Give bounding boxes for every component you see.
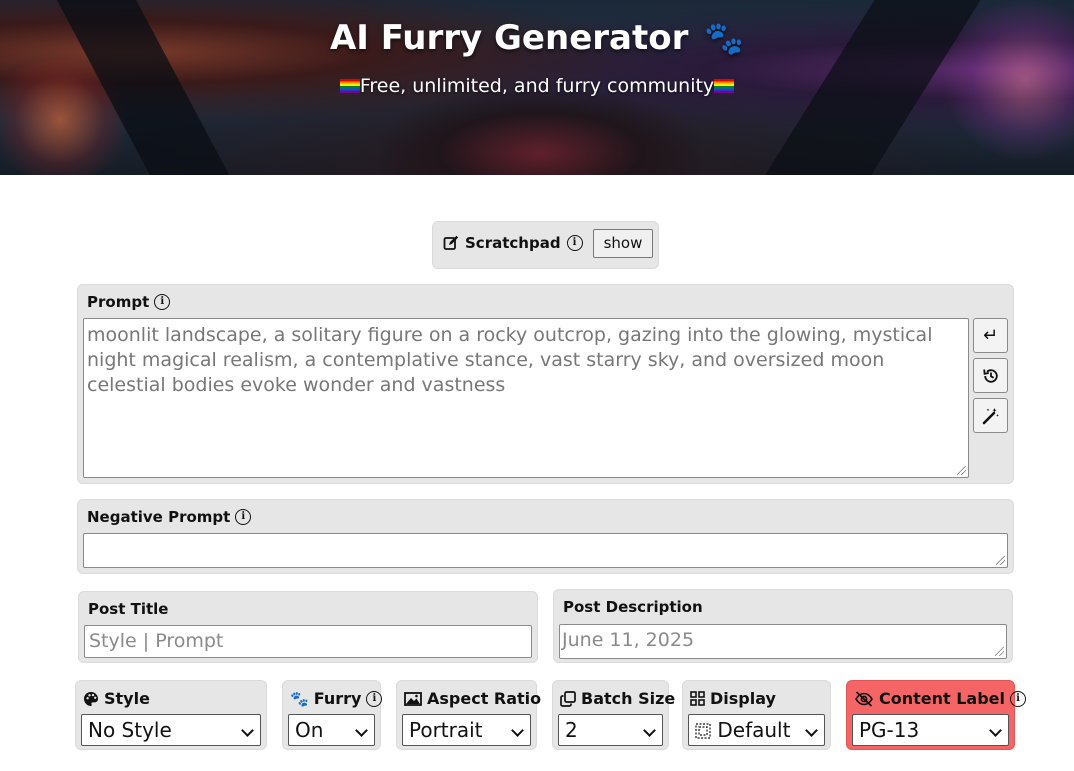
batch-size-label-text: Batch Size: [581, 689, 676, 708]
chevron-down-icon: [643, 724, 656, 737]
chevron-down-icon: [511, 724, 524, 737]
content-label-select-value: PG-13: [859, 718, 920, 742]
resize-handle[interactable]: [957, 466, 966, 475]
batch-size-control: Batch Size 2: [552, 680, 675, 750]
info-icon[interactable]: i: [235, 509, 252, 525]
negative-prompt-input[interactable]: [83, 533, 1008, 568]
furry-select-value: On: [295, 718, 324, 742]
post-description-input[interactable]: June 11, 2025: [559, 624, 1007, 659]
page-subtitle: Free, unlimited, and furry community: [0, 75, 1074, 97]
furry-select[interactable]: On: [288, 714, 375, 746]
palette-icon: [84, 691, 98, 706]
display-select-value: Default: [717, 718, 791, 742]
enter-icon: ↵: [982, 325, 999, 346]
post-title-label-text: Post Title: [88, 600, 169, 618]
magic-wand-button[interactable]: [973, 398, 1008, 433]
style-label-text: Style: [104, 689, 150, 708]
style-control: Style No Style: [75, 680, 267, 750]
scratchpad-panel: Scratchpad i show: [432, 221, 659, 269]
paw-icon: 🐾: [704, 19, 745, 57]
chevron-down-icon: [805, 724, 818, 737]
resize-handle[interactable]: [996, 556, 1005, 565]
prompt-input-text: moonlit landscape, a solitary figure on …: [87, 324, 933, 396]
prompt-label: Prompt i: [87, 293, 171, 311]
negative-prompt-label: Negative Prompt i: [87, 508, 252, 526]
page-title-text: AI Furry Generator: [329, 18, 689, 58]
negative-prompt-label-text: Negative Prompt: [87, 508, 231, 526]
prompt-input[interactable]: moonlit landscape, a solitary figure on …: [83, 318, 969, 478]
page-subtitle-text: Free, unlimited, and furry community: [359, 75, 715, 97]
paw-icon: 🐾: [290, 689, 309, 708]
content-label-label: Content Label i: [854, 689, 1027, 708]
scratchpad-show-button[interactable]: show: [593, 229, 653, 258]
history-icon: [982, 369, 998, 383]
batch-size-label: Batch Size: [560, 689, 675, 708]
chevron-down-icon: [241, 724, 254, 737]
image-icon: [404, 691, 422, 706]
hero-banner: AI Furry Generator 🐾 Free, unlimited, an…: [0, 0, 1074, 175]
chevron-down-icon: [355, 724, 368, 737]
aspect-ratio-select[interactable]: Portrait: [402, 714, 531, 746]
scratchpad-label-text: Scratchpad: [465, 234, 561, 252]
dashed-square-icon: [695, 723, 711, 739]
info-icon[interactable]: i: [366, 690, 383, 707]
style-label: Style: [83, 689, 150, 708]
display-label: Display: [690, 689, 776, 708]
display-label-text: Display: [710, 689, 776, 708]
info-icon[interactable]: i: [154, 294, 171, 310]
style-select[interactable]: No Style: [81, 714, 261, 746]
info-icon[interactable]: i: [566, 235, 583, 251]
prompt-label-text: Prompt: [87, 293, 150, 311]
display-select[interactable]: Default: [688, 714, 825, 746]
furry-label: 🐾 Furry i: [290, 689, 383, 708]
batch-size-select[interactable]: 2: [558, 714, 663, 746]
magic-wand-icon: [982, 408, 999, 425]
post-title-label: Post Title: [88, 600, 168, 618]
grid-icon: [690, 691, 705, 706]
post-title-placeholder: Style | Prompt: [89, 630, 224, 652]
aspect-ratio-select-value: Portrait: [409, 718, 483, 742]
post-title-panel: Post Title Style | Prompt: [78, 591, 538, 663]
post-title-input[interactable]: Style | Prompt: [84, 625, 532, 658]
aspect-ratio-control: Aspect Ratio Portrait: [396, 680, 541, 750]
content-label-select[interactable]: PG-13: [852, 714, 1009, 746]
history-button[interactable]: [973, 358, 1008, 393]
post-description-label: Post Description: [563, 598, 703, 616]
negative-prompt-panel: Negative Prompt i: [77, 499, 1014, 574]
display-control: Display Default: [682, 680, 831, 750]
post-description-panel: Post Description June 11, 2025: [553, 589, 1013, 663]
content-label-label-text: Content Label: [879, 689, 1006, 708]
copy-icon: [560, 690, 576, 707]
furry-label-text: Furry: [313, 689, 362, 708]
content-label-control: Content Label i PG-13: [846, 680, 1027, 750]
style-select-value: No Style: [88, 718, 172, 742]
aspect-ratio-label: Aspect Ratio: [404, 689, 541, 708]
scratchpad-label: Scratchpad i: [443, 234, 583, 252]
info-icon[interactable]: i: [1010, 690, 1027, 707]
furry-control: 🐾 Furry i On: [282, 680, 383, 750]
resize-handle[interactable]: [995, 647, 1004, 656]
batch-size-select-value: 2: [565, 718, 578, 742]
aspect-ratio-label-text: Aspect Ratio: [427, 689, 542, 708]
eye-slash-icon: [855, 690, 873, 707]
rainbow-flag-icon: [339, 79, 360, 93]
page-title: AI Furry Generator 🐾: [0, 18, 1074, 58]
chevron-down-icon: [989, 724, 1002, 737]
rainbow-flag-icon: [714, 79, 735, 93]
enter-button[interactable]: ↵: [973, 318, 1008, 353]
post-description-placeholder: June 11, 2025: [562, 629, 695, 651]
prompt-panel: Prompt i moonlit landscape, a solitary f…: [77, 284, 1014, 484]
post-description-label-text: Post Description: [563, 598, 703, 616]
edit-icon: [443, 235, 459, 250]
